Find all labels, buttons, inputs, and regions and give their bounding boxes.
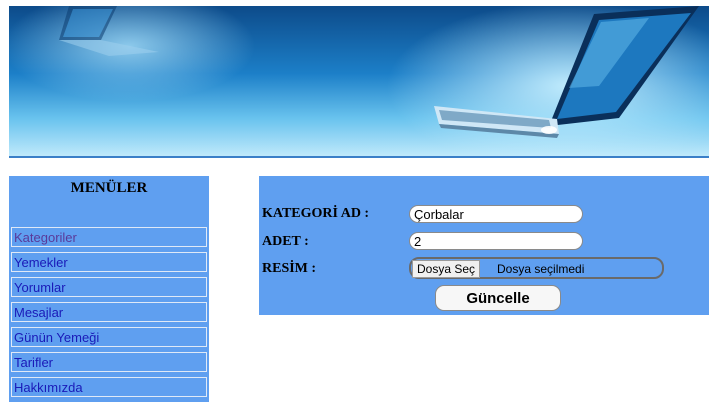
sidebar-item-kategoriler[interactable]: Kategoriler [11,227,207,247]
count-label: ADET : [262,234,309,249]
file-status-text: Dosya seçilmedi [497,262,585,276]
update-button[interactable]: Güncelle [435,285,561,311]
sidebar-item-hakkimizda[interactable]: Hakkımızda [11,377,207,397]
sidebar-menu: Kategoriler Yemekler Yorumlar Mesajlar G… [11,227,207,402]
sidebar-item-mesajlar[interactable]: Mesajlar [11,302,207,322]
laptop-illustration [59,6,699,138]
category-name-label: KATEGORİ AD : [262,206,370,221]
category-name-input[interactable] [409,205,583,223]
header-banner [9,6,709,158]
sidebar-item-yemekler[interactable]: Yemekler [11,252,207,272]
sidebar-title: MENÜLER [70,180,148,196]
count-input[interactable] [409,232,583,250]
sidebar: MENÜLER Kategoriler Yemekler Yorumlar Me… [9,176,209,402]
image-label: RESİM : [262,261,317,276]
category-edit-form: KATEGORİ AD : ADET : RESİM : Dosya Seç D… [259,176,709,315]
sidebar-item-gunun-yemegi[interactable]: Günün Yemeği [11,327,207,347]
sidebar-item-yorumlar[interactable]: Yorumlar [11,277,207,297]
sidebar-item-tarifler[interactable]: Tarifler [11,352,207,372]
choose-file-button[interactable]: Dosya Seç [412,260,481,278]
image-file-input[interactable]: Dosya Seç Dosya seçilmedi [409,257,664,279]
